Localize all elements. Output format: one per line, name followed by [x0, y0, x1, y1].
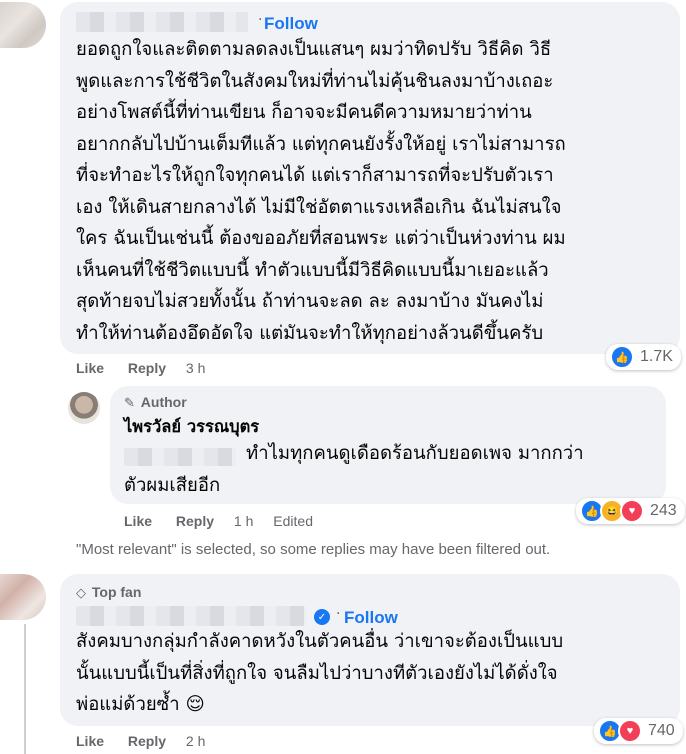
filter-notice: "Most relevant" is selected, so some rep…: [76, 541, 551, 558]
commenter-name[interactable]: [76, 12, 248, 32]
verified-badge-icon: ✓: [314, 609, 330, 625]
commenter-avatar[interactable]: [0, 574, 46, 620]
like-reaction-icon: 👍: [610, 345, 634, 369]
comment-timestamp[interactable]: 2 h: [186, 733, 205, 749]
like-button[interactable]: Like: [76, 360, 104, 376]
reply-actions: Like Reply 1 h Edited: [124, 513, 313, 529]
comment-bubble: · Follow ยอดถูกใจและติดตามลดลงเป็นแสนๆ ผ…: [60, 2, 680, 354]
commenter-name[interactable]: [76, 606, 306, 626]
separator-dot: ·: [258, 12, 263, 28]
author-name[interactable]: ไพรวัลย์ วรรณบุตร: [124, 414, 259, 440]
reaction-count: 740: [648, 722, 675, 739]
comment-actions: Like Reply 2 h: [76, 733, 205, 749]
love-reaction-icon: ♥: [620, 499, 644, 523]
reply-button[interactable]: Reply: [128, 360, 166, 376]
reply-button[interactable]: Reply: [176, 513, 214, 529]
top-fan-badge: ◇ Top fan: [76, 584, 142, 600]
reaction-count: 1.7K: [640, 348, 673, 365]
author-avatar[interactable]: [68, 392, 100, 424]
comment-text: สังคมบางกลุ่มกำลังคาดหวังในตัวคนอื่น ว่า…: [76, 631, 564, 715]
commenter-avatar[interactable]: [0, 2, 46, 48]
diamond-icon: ◇: [76, 585, 86, 600]
follow-button[interactable]: Follow: [344, 608, 398, 628]
comment-text: ยอดถูกใจและติดตามลดลงเป็นแสนๆ ผมว่าทิดปร…: [76, 39, 566, 344]
comment-actions: Like Reply 3 h: [76, 360, 205, 376]
reply-timestamp[interactable]: 1 h: [234, 513, 253, 529]
reply-text: ทำไมทุกคนดูเดือดร้อนกับยอดเพจ มากกว่า ตั…: [124, 443, 584, 496]
reaction-summary[interactable]: 👍 ♥ 740: [594, 718, 683, 744]
reaction-summary[interactable]: 👍 1.7K: [606, 344, 681, 370]
follow-button[interactable]: Follow: [264, 14, 318, 34]
comment-bubble: ◇ Top fan ✓ · Follow สังคมบางกลุ่มกำลังค…: [60, 574, 680, 726]
reply-bubble: ✎ Author ไพรวัลย์ วรรณบุตร ทำไมทุกคนดูเด…: [110, 386, 666, 504]
edited-label: Edited: [273, 513, 313, 529]
thread-line: [24, 624, 26, 754]
reaction-count: 243: [650, 502, 677, 519]
reply-button[interactable]: Reply: [128, 733, 166, 749]
love-reaction-icon: ♥: [618, 719, 642, 743]
author-badge: ✎ Author: [124, 394, 187, 410]
reaction-summary[interactable]: 👍 😆 ♥ 243: [576, 498, 685, 524]
like-button[interactable]: Like: [124, 513, 152, 529]
like-button[interactable]: Like: [76, 733, 104, 749]
comment-timestamp[interactable]: 3 h: [186, 360, 205, 376]
pencil-icon: ✎: [124, 395, 135, 410]
separator-dot: ·: [336, 606, 341, 622]
